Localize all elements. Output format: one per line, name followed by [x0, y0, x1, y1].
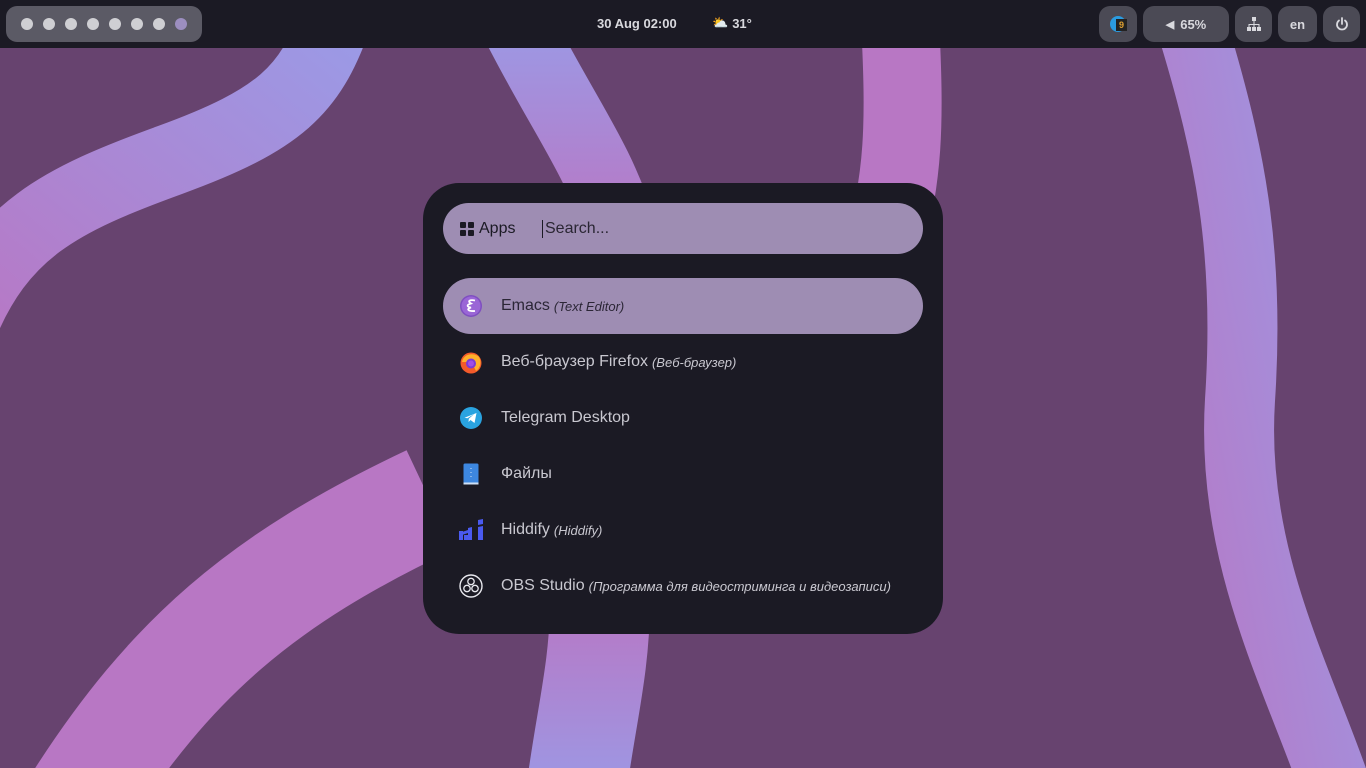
app-item-emacs[interactable]: Emacs (Text Editor) — [443, 278, 923, 334]
tray-app-icon: 9 — [1110, 16, 1127, 32]
network-button[interactable] — [1235, 6, 1272, 42]
app-item-hiddify[interactable]: Hiddify (Hiddify) — [443, 502, 923, 558]
app-item-firefox[interactable]: Веб-браузер Firefox (Веб-браузер) — [443, 334, 923, 390]
weather-widget[interactable]: ⛅ 31° — [712, 15, 752, 31]
emacs-icon — [459, 294, 483, 318]
network-icon — [1246, 17, 1261, 31]
apps-grid-icon — [460, 221, 474, 236]
language-button[interactable]: en — [1278, 6, 1317, 42]
workspace-dot[interactable] — [87, 18, 99, 30]
app-name: OBS Studio — [501, 577, 585, 594]
files-icon — [459, 462, 483, 486]
top-bar: 30 Aug 02:00 ⛅ 31° 9 ◀ 65% en — [0, 0, 1366, 48]
app-description: (Text Editor) — [553, 298, 625, 314]
search-bar: Apps — [443, 203, 923, 254]
volume-level: 65% — [1180, 16, 1207, 32]
telegram-icon — [459, 406, 483, 430]
firefox-icon — [459, 350, 483, 374]
hiddify-icon — [459, 518, 483, 542]
workspace-dot[interactable] — [21, 18, 33, 30]
workspace-dot[interactable] — [109, 18, 121, 30]
speaker-icon: ◀ — [1165, 18, 1175, 31]
volume-button[interactable]: ◀ 65% — [1143, 6, 1229, 42]
obs-icon — [459, 574, 483, 598]
workspace-dot[interactable] — [43, 18, 55, 30]
app-name: Emacs — [501, 297, 550, 314]
power-button[interactable] — [1323, 6, 1360, 42]
app-name: Hiddify — [501, 521, 550, 538]
app-name: Веб-браузер Firefox — [501, 353, 648, 370]
partly-cloudy-icon: ⛅ — [712, 15, 729, 30]
app-list: Emacs (Text Editor) Веб-браузер Firefox (Ве… — [443, 278, 923, 614]
workspace-dot[interactable] — [131, 18, 143, 30]
workspace-dot[interactable] — [153, 18, 165, 30]
app-item-telegram[interactable]: Telegram Desktop — [443, 390, 923, 446]
workspace-switcher[interactable] — [6, 6, 202, 42]
workspace-dot[interactable] — [65, 18, 77, 30]
temperature: 31° — [732, 15, 752, 31]
clock[interactable]: 30 Aug 02:00 — [597, 16, 677, 31]
app-description: (Hiddify) — [553, 522, 603, 538]
workspace-dot[interactable] — [175, 18, 187, 30]
app-name: Telegram Desktop — [501, 409, 630, 426]
app-item-obs[interactable]: OBS Studio (Программа для видеостриминга … — [443, 558, 923, 614]
app-description: (Программа для видеостриминга и видеозап… — [588, 578, 891, 594]
app-name: Файлы — [501, 465, 552, 482]
app-launcher: Apps Emacs(Text Editor)Веб-браузер Firef… — [423, 183, 943, 634]
app-item-files[interactable]: Файлы — [443, 446, 923, 502]
search-input[interactable] — [542, 219, 902, 238]
tray-app-button[interactable]: 9 — [1099, 6, 1137, 42]
power-icon — [1335, 17, 1348, 31]
mode-apps[interactable]: Apps — [460, 220, 542, 238]
app-description: (Веб-браузер) — [651, 354, 737, 370]
